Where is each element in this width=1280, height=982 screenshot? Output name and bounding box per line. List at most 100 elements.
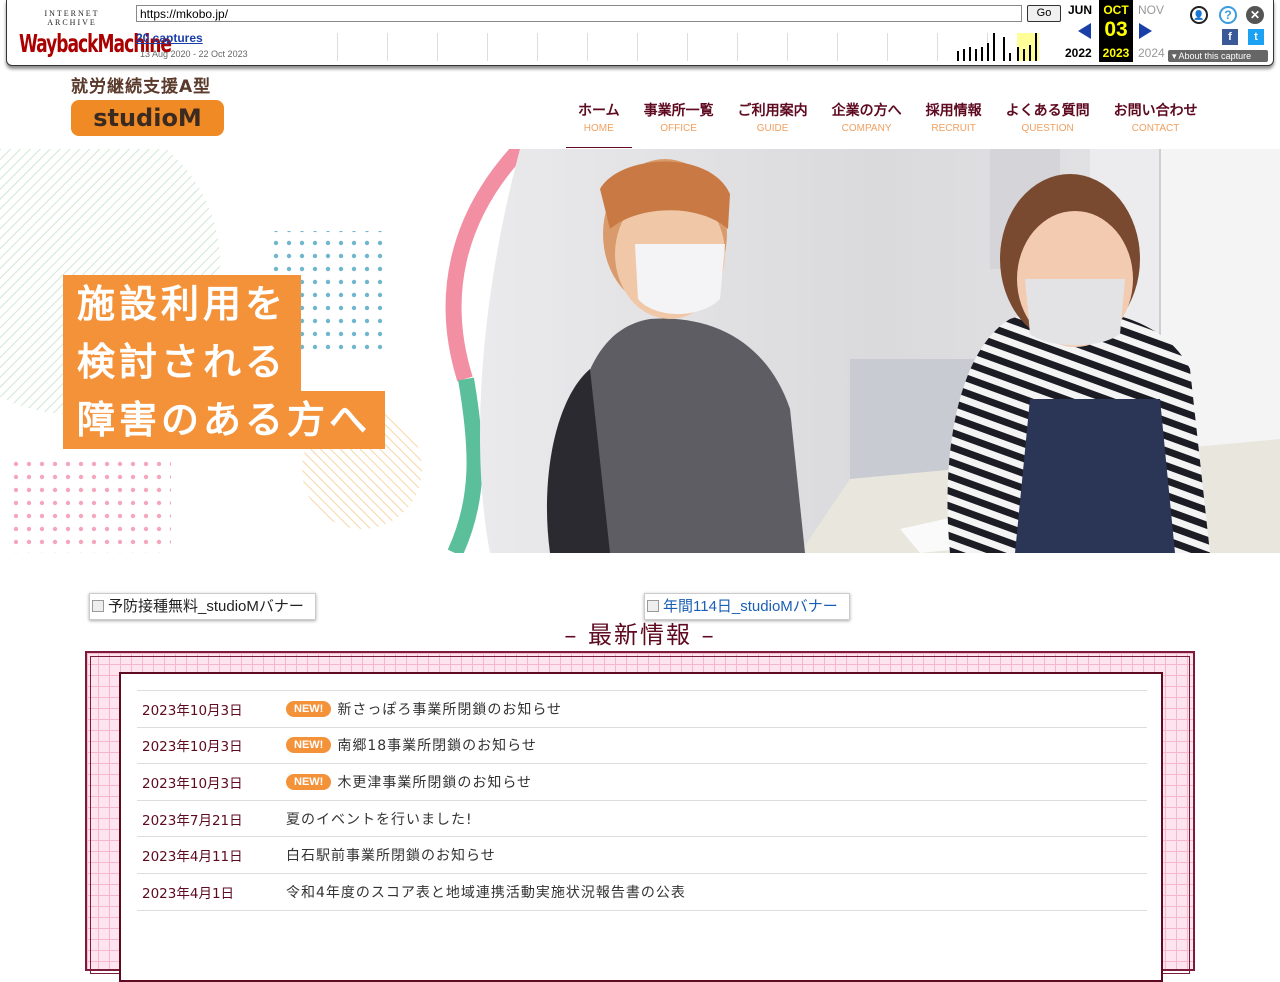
facebook-icon[interactable]: f <box>1222 29 1238 45</box>
sparkline-bar <box>981 47 983 61</box>
news-title[interactable]: 白石駅前事業所閉鎖のお知らせ <box>286 845 496 865</box>
url-input[interactable]: https://mkobo.jp/ <box>136 5 1022 22</box>
nav-label: 採用情報 <box>925 103 982 119</box>
news-title[interactable]: 新さっぽろ事業所閉鎖のお知らせ <box>337 699 562 719</box>
sparkline-bar <box>1003 37 1005 61</box>
banner-alt-text: 年間114日_studioMバナー <box>663 598 838 615</box>
sparkline-year-column <box>937 33 938 61</box>
sparkline-year-column <box>337 33 338 61</box>
sparkline-year-column <box>587 33 588 61</box>
news-title[interactable]: 令和4年度のスコア表と地域連携活動実施状況報告書の公表 <box>286 882 686 902</box>
sparkline-year-column <box>387 33 388 61</box>
nav-item-office[interactable]: 事業所一覧 OFFICE <box>632 98 726 148</box>
news-item[interactable]: 2023年4月11日 白石駅前事業所閉鎖のお知らせ <box>137 837 1147 874</box>
go-button[interactable]: Go <box>1027 5 1061 22</box>
news-date: 2023年7月21日 <box>142 812 243 829</box>
next-capture-arrow-icon[interactable] <box>1139 23 1152 39</box>
sparkline-year-column <box>437 33 438 61</box>
hero-headline-1: 施設利用を <box>63 275 302 333</box>
current-day: 03 <box>1104 18 1128 41</box>
prev-capture-arrow-icon[interactable] <box>1078 23 1091 39</box>
new-badge: NEW! <box>286 737 332 754</box>
news-item[interactable]: 2023年10月3日 NEW! 新さっぽろ事業所閉鎖のお知らせ <box>137 691 1147 728</box>
news-title[interactable]: 南郷18事業所閉鎖のお知らせ <box>337 735 537 755</box>
nav-sublabel: COMPANY <box>841 123 892 134</box>
nav-sublabel: OFFICE <box>660 123 697 134</box>
prev-year-label[interactable]: 2022 <box>1065 46 1092 60</box>
nav-label: お問い合わせ <box>1113 103 1198 119</box>
news-date: 2023年10月3日 <box>142 739 243 756</box>
new-badge: NEW! <box>286 773 332 790</box>
twitter-icon[interactable]: t <box>1248 29 1264 45</box>
hero-photo-illustration <box>480 149 1280 553</box>
capture-sparkline[interactable] <box>337 33 1059 61</box>
help-icon[interactable]: ? <box>1219 6 1237 24</box>
sparkline-bar <box>1029 45 1031 61</box>
nav-label: 企業の方へ <box>831 103 902 119</box>
nav-label: ご利用案内 <box>737 103 808 119</box>
site-logo[interactable]: 就労継続支援A型 studioM <box>71 72 226 136</box>
nav-label: ホーム <box>578 103 620 119</box>
news-item[interactable]: 2023年7月21日 夏のイベントを行いました! <box>137 801 1147 838</box>
current-month: OCT <box>1103 3 1129 17</box>
sparkline-year-column <box>787 33 788 61</box>
sparkline-bar <box>957 51 959 61</box>
broken-image-icon <box>647 600 659 612</box>
nav-label: よくある質問 <box>1005 103 1090 119</box>
user-icon[interactable]: 👤 <box>1190 6 1208 24</box>
pink-dot-grid <box>6 455 171 553</box>
next-year-label[interactable]: 2024 <box>1138 46 1165 60</box>
news-item[interactable]: 2023年10月3日 NEW! 南郷18事業所閉鎖のお知らせ <box>137 728 1147 765</box>
sparkline-year-column <box>687 33 688 61</box>
sparkline-bar <box>993 33 995 61</box>
nav-sublabel: QUESTION <box>1021 123 1074 134</box>
captures-link[interactable]: 20 captures <box>136 31 203 45</box>
news-title[interactable]: 木更津事業所閉鎖のお知らせ <box>337 772 532 792</box>
sparkline-bar <box>1035 33 1037 61</box>
sparkline-year-column <box>737 33 738 61</box>
prev-month-label[interactable]: JUN <box>1068 3 1092 17</box>
nav-sublabel: HOME <box>583 123 614 134</box>
nav-item-company[interactable]: 企業の方へ COMPANY <box>820 98 914 148</box>
sparkline-bar <box>975 49 977 61</box>
next-month-label[interactable]: NOV <box>1138 3 1164 17</box>
sparkline-bar <box>1009 53 1011 61</box>
wayback-logo-main: WaybackMachine <box>19 30 172 59</box>
sparkline-year-column <box>637 33 638 61</box>
broken-image-icon <box>92 600 104 612</box>
news-heading: – 最新情報 – <box>564 621 716 649</box>
hero-headline-2: 検討される <box>63 333 302 391</box>
about-capture-label: About this capture <box>1178 51 1252 61</box>
nav-item-question[interactable]: よくある質問 QUESTION <box>994 98 1102 148</box>
news-panel: 2023年10月3日 NEW! 新さっぽろ事業所閉鎖のお知らせ 2023年10月… <box>119 672 1163 982</box>
nav-item-guide[interactable]: ご利用案内 GUIDE <box>726 98 820 148</box>
nav-sublabel: CONTACT <box>1131 123 1180 134</box>
about-capture-button[interactable]: ▾ About this capture <box>1168 50 1268 62</box>
news-date: 2023年4月1日 <box>142 885 235 902</box>
nav-sublabel: RECRUIT <box>931 123 976 134</box>
close-icon[interactable]: ✕ <box>1246 6 1264 24</box>
news-item[interactable]: 2023年10月3日 NEW! 木更津事業所閉鎖のお知らせ <box>137 764 1147 801</box>
hero-banner[interactable]: 施設利用を 検討される 障害のある方へ <box>0 149 1280 553</box>
sparkline-year-column <box>887 33 888 61</box>
nav-item-contact[interactable]: お問い合わせ CONTACT <box>1102 98 1210 148</box>
sparkline-year-column <box>837 33 838 61</box>
news-date: 2023年4月11日 <box>142 849 243 866</box>
site-tagline: 就労継続支援A型 <box>71 77 212 97</box>
nav-item-recruit[interactable]: 採用情報 RECRUIT <box>914 98 994 148</box>
news-date: 2023年10月3日 <box>142 702 243 719</box>
news-item[interactable]: 2023年4月1日 令和4年度のスコア表と地域連携活動実施状況報告書の公表 <box>137 874 1147 911</box>
current-capture-date: OCT 03 2023 <box>1099 0 1133 62</box>
news-title[interactable]: 夏のイベントを行いました! <box>286 809 473 829</box>
main-nav: ホーム HOME 事業所一覧 OFFICE ご利用案内 GUIDE 企業の方へ … <box>566 98 1210 148</box>
wayback-toolbar: INTERNET ARCHIVE WaybackMachine https://… <box>6 0 1274 66</box>
capture-date-range: 13 Aug 2020 - 22 Oct 2023 <box>140 49 248 59</box>
sparkline-bar <box>963 49 965 61</box>
news-date: 2023年10月3日 <box>142 775 243 792</box>
site-brand: studioM <box>71 100 224 136</box>
sparkline-bar <box>1023 49 1025 61</box>
wayback-logo[interactable]: INTERNET ARCHIVE WaybackMachine <box>19 9 172 59</box>
hero-photo <box>470 149 1280 553</box>
nav-item-home[interactable]: ホーム HOME <box>566 98 632 148</box>
sparkline-year-column <box>487 33 488 61</box>
